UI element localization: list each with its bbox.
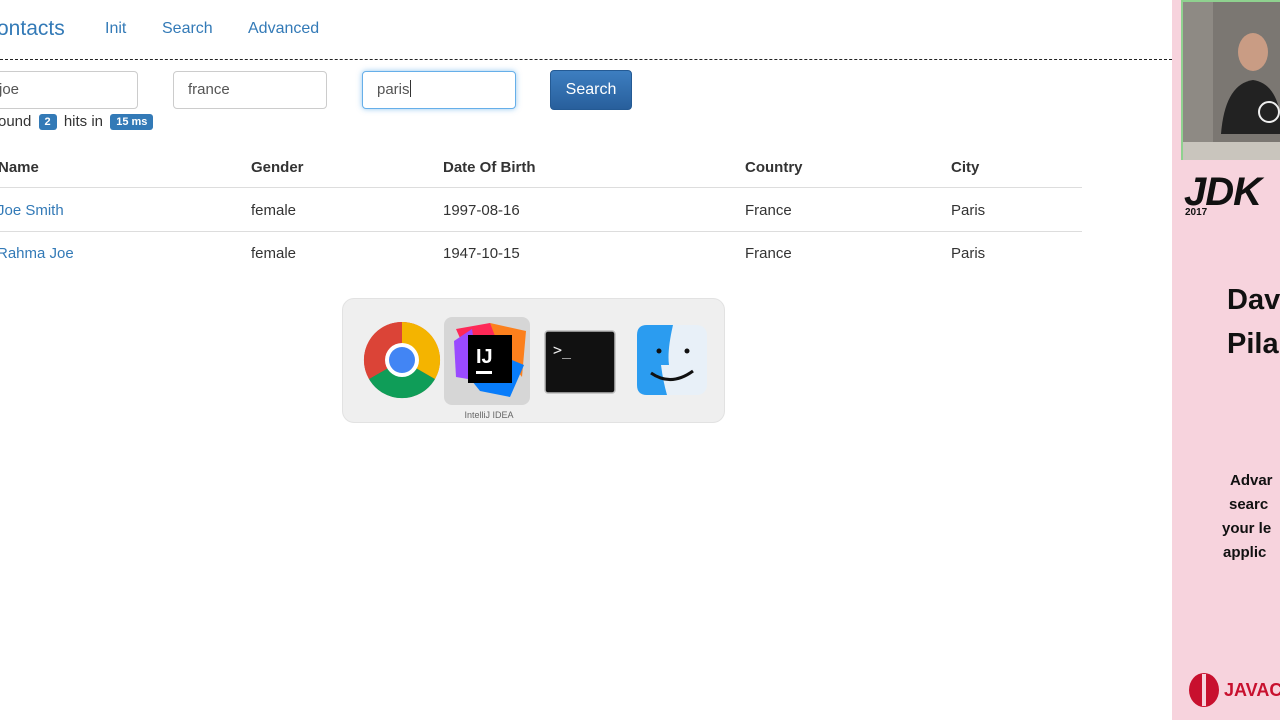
cell-city: Paris [951, 245, 986, 262]
app-finder[interactable] [625, 317, 711, 405]
app-chrome[interactable] [357, 317, 443, 405]
contact-name-link[interactable]: Rahma Joe [0, 245, 74, 262]
jdk-year: 2017 [1185, 207, 1208, 218]
app-switcher: IJ >_ IntelliJ IDEA [342, 298, 725, 423]
cell-gender: female [251, 202, 297, 219]
column-header-country: Country [745, 159, 803, 176]
sponsor-logo-icon [1189, 673, 1219, 707]
talk-title-line-2: searc [1229, 496, 1269, 513]
terminal-icon: >_ [544, 330, 616, 394]
column-header-name: Name [0, 159, 39, 176]
selected-app-label: IntelliJ IDEA [464, 410, 514, 420]
time-badge: 15 ms [110, 114, 154, 130]
contact-name-link[interactable]: Joe Smith [0, 202, 64, 219]
cell-country: France [745, 245, 792, 262]
finder-icon [637, 325, 707, 395]
speaker-name-line-2: Pila [1227, 328, 1279, 360]
column-header-city: City [951, 159, 980, 176]
conference-side-panel: JDK 2017 Dav Pila Advar searc your le ap… [1172, 0, 1280, 720]
speaker-video-image [1183, 2, 1280, 160]
svg-text:IJ: IJ [476, 346, 493, 368]
column-header-gender: Gender [251, 159, 304, 176]
cell-dob: 1997-08-16 [443, 202, 520, 219]
search-stats: ound 2 hits in 15 ms [0, 113, 156, 130]
row-divider [0, 231, 1082, 232]
talk-title-line-4: applic [1223, 544, 1267, 561]
cell-dob: 1947-10-15 [443, 245, 520, 262]
app-terminal[interactable]: >_ [535, 317, 621, 405]
top-navbar: ontacts Init Search Advanced [0, 0, 1172, 60]
speaker-video [1181, 0, 1280, 160]
country-input-value: france [188, 81, 230, 98]
speaker-name-line-1: Dav [1227, 284, 1280, 316]
stats-prefix: ound [0, 113, 32, 130]
text-cursor [409, 80, 411, 97]
city-input[interactable]: paris [362, 71, 516, 109]
search-button[interactable]: Search [550, 70, 632, 110]
header-divider [0, 187, 1082, 188]
cell-city: Paris [951, 202, 986, 219]
brand-link[interactable]: ontacts [0, 17, 65, 41]
cell-gender: female [251, 245, 297, 262]
cell-country: France [745, 202, 792, 219]
hits-badge: 2 [38, 114, 57, 130]
nav-link-init[interactable]: Init [105, 20, 126, 38]
talk-title-line-3: your le [1222, 520, 1272, 537]
svg-text:>_: >_ [553, 341, 572, 359]
sponsor-logo-text: JAVAC [1224, 680, 1280, 700]
city-input-value: paris [377, 81, 410, 98]
stats-middle: hits in [63, 113, 104, 130]
app-intellij[interactable]: IJ [444, 317, 530, 405]
nav-link-search[interactable]: Search [162, 20, 213, 38]
column-header-dob: Date Of Birth [443, 159, 536, 176]
country-input[interactable]: france [173, 71, 327, 109]
name-input-value: joe [0, 81, 20, 98]
talk-title-line-1: Advar [1230, 472, 1273, 489]
nav-link-advanced[interactable]: Advanced [248, 20, 319, 38]
chrome-icon [363, 321, 441, 399]
intellij-icon: IJ [454, 323, 526, 397]
name-input[interactable]: joe [0, 71, 138, 109]
